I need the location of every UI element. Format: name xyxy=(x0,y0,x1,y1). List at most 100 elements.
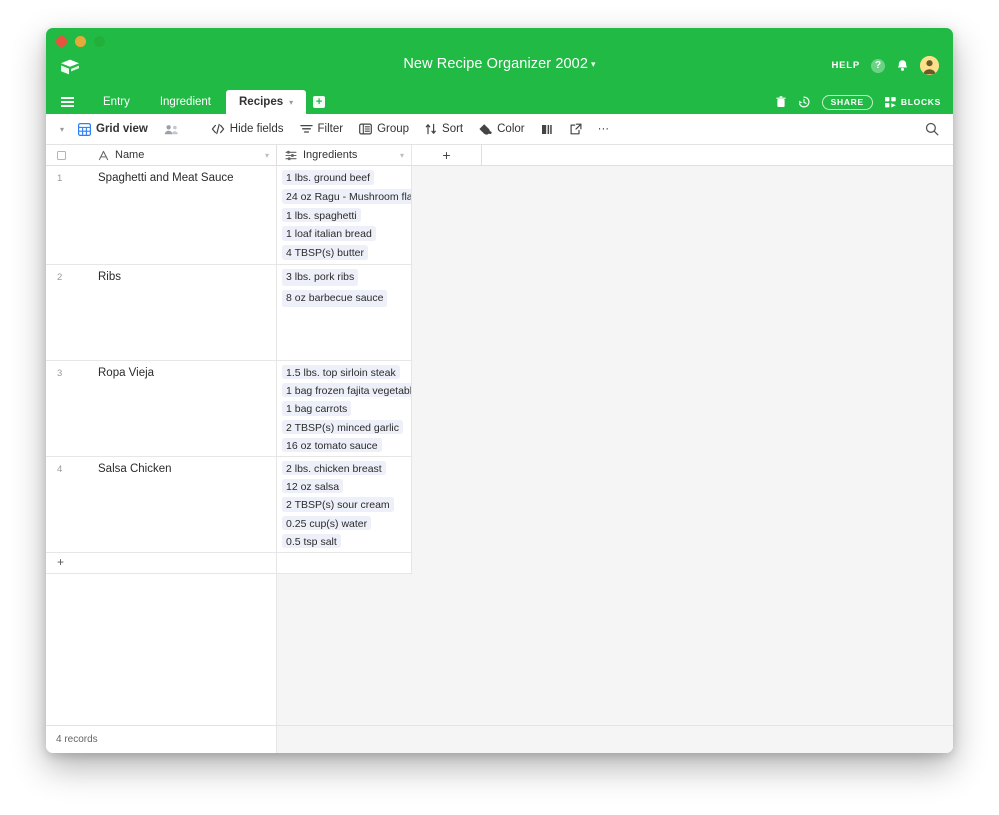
table-tab-bar: Entry Ingredient Recipes ▾ + SHARE BLOCK… xyxy=(46,90,953,114)
cell-ingredients[interactable]: 2 lbs. chicken breast 12 oz salsa 2 TBSP… xyxy=(277,457,412,552)
column-header-name-label: Name xyxy=(115,149,145,161)
tab-recipes-label: Recipes xyxy=(239,96,284,108)
grid-view-label: Grid view xyxy=(96,123,148,135)
title-caret-icon: ▾ xyxy=(591,59,596,69)
close-window-button[interactable] xyxy=(56,36,67,47)
minimize-window-button[interactable] xyxy=(75,36,86,47)
ingredient-chip[interactable]: 1 loaf italian bread xyxy=(282,226,376,242)
cell-ingredients[interactable]: 1 lbs. ground beef 24 oz Ragu - Mushroom… xyxy=(277,166,412,264)
chevron-down-icon[interactable]: ▾ xyxy=(400,151,404,160)
cell-ingredients[interactable]: 3 lbs. pork ribs 8 oz barbecue sauce xyxy=(277,265,412,360)
ingredient-chip[interactable]: 0.5 tsp salt xyxy=(282,533,341,549)
ingredient-chip[interactable]: 0.25 cup(s) water xyxy=(282,515,372,530)
column-header-ingredients-label: Ingredients xyxy=(303,149,358,161)
tab-entry[interactable]: Entry xyxy=(88,90,145,114)
add-table-button[interactable]: + xyxy=(306,90,332,114)
sort-icon xyxy=(425,123,437,135)
add-field-button[interactable]: + xyxy=(412,145,482,165)
cell-ingredients[interactable]: 1.5 lbs. top sirloin steak 1 bag frozen … xyxy=(277,361,412,456)
color-button[interactable]: Color xyxy=(471,120,532,138)
view-sidebar-toggle-icon[interactable]: ▾ xyxy=(60,125,75,134)
maximize-window-button[interactable] xyxy=(94,36,105,47)
tab-recipes[interactable]: Recipes ▾ xyxy=(226,90,307,114)
add-row-button[interactable]: + xyxy=(46,553,412,574)
text-field-icon xyxy=(98,150,109,161)
add-row-name-cell xyxy=(98,553,277,573)
share-button[interactable]: SHARE xyxy=(821,94,873,110)
ingredient-chip[interactable]: 8 oz barbecue sauce xyxy=(282,290,388,307)
ingredient-chip[interactable]: 2 TBSP(s) minced garlic xyxy=(282,419,404,434)
trash-icon[interactable] xyxy=(775,96,786,108)
ingredient-chip[interactable]: 1.5 lbs. top sirloin steak xyxy=(282,365,400,380)
filter-label: Filter xyxy=(317,123,344,135)
share-view-button[interactable] xyxy=(562,120,590,138)
tab-bar-actions: SHARE BLOCKS xyxy=(775,90,941,114)
cell-name[interactable]: Ribs xyxy=(98,265,277,360)
sort-label: Sort xyxy=(442,123,464,135)
column-header-ingredients[interactable]: Ingredients ▾ xyxy=(277,145,412,165)
view-toolbar: ▾ Grid view Hide fields Filter Group Sor… xyxy=(46,114,953,145)
cell-name[interactable]: Spaghetti and Meat Sauce xyxy=(98,166,277,264)
table-row[interactable]: 1 Spaghetti and Meat Sauce 1 lbs. ground… xyxy=(46,166,412,265)
row-number: 1 xyxy=(57,173,63,184)
blocks-label: BLOCKS xyxy=(900,97,941,107)
row-number: 4 xyxy=(57,464,63,475)
filter-button[interactable]: Filter xyxy=(292,120,352,138)
ingredient-chip[interactable]: 16 oz tomato sauce xyxy=(282,437,382,453)
blocks-button[interactable]: BLOCKS xyxy=(884,96,941,108)
ingredient-chip[interactable]: 3 lbs. pork ribs xyxy=(282,269,359,286)
record-count: 4 records xyxy=(46,726,277,753)
ingredient-chip[interactable]: 1 bag carrots xyxy=(282,401,352,416)
tab-ingredient[interactable]: Ingredient xyxy=(145,90,226,114)
linked-record-icon xyxy=(285,150,297,161)
row-number: 3 xyxy=(57,368,63,379)
cell-name[interactable]: Ropa Vieja xyxy=(98,361,277,456)
history-clock-icon[interactable] xyxy=(798,96,810,108)
avatar[interactable] xyxy=(920,56,939,75)
search-icon[interactable] xyxy=(925,122,939,136)
sort-button[interactable]: Sort xyxy=(417,120,471,138)
hamburger-menu-icon[interactable] xyxy=(46,90,88,114)
screenshot-root: New Recipe Organizer 2002 ▾ HELP ? Entry… xyxy=(0,0,999,815)
help-label[interactable]: HELP xyxy=(831,60,860,71)
plus-icon: + xyxy=(313,96,326,108)
select-all-checkbox[interactable] xyxy=(57,150,66,160)
ingredient-chip[interactable]: 2 lbs. chicken breast xyxy=(282,461,386,476)
ingredient-chip[interactable]: 12 oz salsa xyxy=(282,479,344,494)
tab-ingredient-label: Ingredient xyxy=(159,96,211,108)
table-row[interactable]: 3 Ropa Vieja 1.5 lbs. top sirloin steak … xyxy=(46,361,412,457)
share-view-icon xyxy=(570,123,582,135)
chevron-down-icon[interactable]: ▾ xyxy=(265,151,269,160)
group-icon xyxy=(359,123,372,135)
hide-fields-icon xyxy=(211,123,225,135)
grid-view-button[interactable]: Grid view xyxy=(75,120,156,139)
ingredient-chip[interactable]: 1 lbs. ground beef xyxy=(282,170,375,185)
more-options-button[interactable]: ··· xyxy=(590,120,618,138)
ingredient-chip[interactable]: 24 oz Ragu - Mushroom flavor xyxy=(282,188,412,204)
ingredient-chip[interactable]: 1 bag frozen fajita vegetables xyxy=(282,383,412,398)
title-bar-actions: HELP ? xyxy=(831,56,939,75)
ingredient-chip[interactable]: 2 TBSP(s) sour cream xyxy=(282,497,394,512)
color-label: Color xyxy=(497,123,525,135)
status-bar: 4 records xyxy=(46,725,953,753)
status-bar-filler xyxy=(277,726,953,753)
column-divider xyxy=(411,145,412,574)
collaborators-icon xyxy=(164,124,179,135)
table-row[interactable]: 4 Salsa Chicken 2 lbs. chicken breast 12… xyxy=(46,457,412,553)
add-row-ingredients-cell xyxy=(277,553,412,573)
bell-icon[interactable] xyxy=(896,59,909,73)
chevron-down-icon[interactable]: ▾ xyxy=(289,98,293,107)
hide-fields-label: Hide fields xyxy=(229,123,284,135)
row-number: 2 xyxy=(57,272,63,283)
row-height-button[interactable] xyxy=(533,121,562,138)
page-title[interactable]: New Recipe Organizer 2002 ▾ xyxy=(46,56,953,72)
group-button[interactable]: Group xyxy=(351,120,417,138)
collaborators-button[interactable] xyxy=(156,121,187,138)
table-row[interactable]: 2 Ribs 3 lbs. pork ribs 8 oz barbecue sa… xyxy=(46,265,412,361)
column-header-name[interactable]: Name ▾ xyxy=(98,145,277,165)
ingredient-chip[interactable]: 1 lbs. spaghetti xyxy=(282,207,361,223)
help-icon[interactable]: ? xyxy=(871,58,885,73)
ingredient-chip[interactable]: 4 TBSP(s) butter xyxy=(282,245,369,260)
hide-fields-button[interactable]: Hide fields xyxy=(203,120,292,138)
cell-name[interactable]: Salsa Chicken xyxy=(98,457,277,552)
